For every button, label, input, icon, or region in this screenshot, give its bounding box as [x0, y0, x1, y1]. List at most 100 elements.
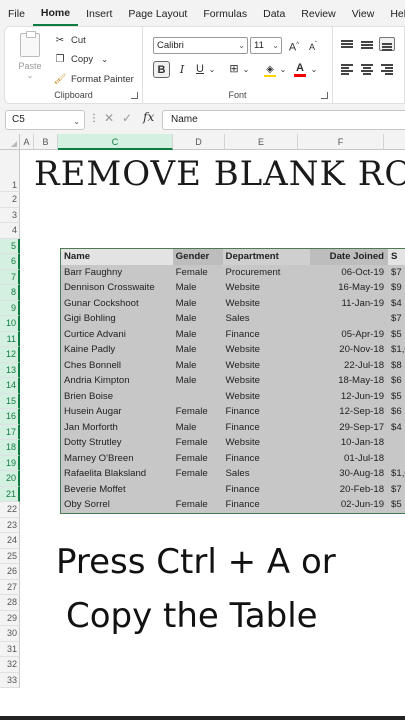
- cell-salary[interactable]: $7: [388, 311, 405, 327]
- column-header-b[interactable]: B: [34, 134, 58, 150]
- row-header-12[interactable]: 12: [0, 347, 20, 363]
- cell-date-joined[interactable]: 01-Jul-18: [310, 451, 388, 467]
- row-header-2[interactable]: 2: [0, 192, 20, 208]
- cell-department[interactable]: Website: [223, 435, 311, 451]
- menu-file[interactable]: File: [0, 0, 33, 26]
- cell-salary[interactable]: $4: [388, 296, 405, 312]
- format-painter-button[interactable]: 🖌 Format Painter: [53, 71, 134, 87]
- cell-date-joined[interactable]: 02-Jun-19: [310, 497, 388, 513]
- cell-salary[interactable]: [388, 451, 405, 467]
- align-bottom-icon[interactable]: [379, 37, 395, 51]
- cell-name[interactable]: Brien Boise: [61, 389, 173, 405]
- cell-salary[interactable]: $7: [388, 482, 405, 498]
- cell-department[interactable]: Sales: [223, 311, 311, 327]
- dialog-launcher-icon[interactable]: [131, 92, 138, 99]
- cell-gender[interactable]: Male: [173, 342, 223, 358]
- cell-salary[interactable]: $6: [388, 404, 405, 420]
- cell-department[interactable]: Finance: [223, 482, 311, 498]
- cell-department[interactable]: Finance: [223, 420, 311, 436]
- row-header-32[interactable]: 32: [0, 657, 20, 673]
- grow-font-button[interactable]: A^: [286, 37, 302, 54]
- cell-date-joined[interactable]: 20-Nov-18: [310, 342, 388, 358]
- menu-review[interactable]: Review: [293, 0, 343, 26]
- row-header-10[interactable]: 10: [0, 316, 20, 332]
- menu-formulas[interactable]: Formulas: [195, 0, 255, 26]
- cell-name[interactable]: Marney O'Breen: [61, 451, 173, 467]
- row-header-31[interactable]: 31: [0, 641, 20, 657]
- cell-date-joined[interactable]: 16-May-19: [310, 280, 388, 296]
- align-right-icon[interactable]: [379, 62, 395, 76]
- header-name[interactable]: Name: [61, 249, 173, 265]
- row-header-7[interactable]: 7: [0, 269, 20, 285]
- cell-date-joined[interactable]: [310, 311, 388, 327]
- column-header-g[interactable]: [384, 134, 405, 150]
- row-header-19[interactable]: 19: [0, 455, 20, 471]
- menu-page-layout[interactable]: Page Layout: [120, 0, 195, 26]
- chevron-down-icon[interactable]: ⌄: [309, 61, 319, 78]
- cell-date-joined[interactable]: 30-Aug-18: [310, 466, 388, 482]
- cell-name[interactable]: Gunar Cockshoot: [61, 296, 173, 312]
- fill-color-icon[interactable]: ◈: [263, 61, 277, 78]
- cell-date-joined[interactable]: 20-Feb-18: [310, 482, 388, 498]
- cell-department[interactable]: Finance: [223, 451, 311, 467]
- row-header-18[interactable]: 18: [0, 440, 20, 456]
- cell-date-joined[interactable]: 05-Apr-19: [310, 327, 388, 343]
- cell-gender[interactable]: [173, 389, 223, 405]
- cell-department[interactable]: Website: [223, 389, 311, 405]
- cell-name[interactable]: Ches Bonnell: [61, 358, 173, 374]
- cell-salary[interactable]: $5: [388, 497, 405, 513]
- menu-insert[interactable]: Insert: [78, 0, 120, 26]
- cell-salary[interactable]: $6: [388, 373, 405, 389]
- menu-data[interactable]: Data: [255, 0, 293, 26]
- cell-gender[interactable]: Female: [173, 265, 223, 281]
- cell-salary[interactable]: $4: [388, 420, 405, 436]
- insert-function-icon[interactable]: fx: [143, 110, 154, 124]
- chevron-down-icon[interactable]: ⌄: [241, 61, 251, 78]
- cell-name[interactable]: Beverie Moffet: [61, 482, 173, 498]
- cut-button[interactable]: ✂ Cut: [53, 32, 86, 48]
- underline-button[interactable]: U: [193, 61, 207, 78]
- cell-salary[interactable]: $9: [388, 280, 405, 296]
- column-header-d[interactable]: D: [173, 134, 225, 150]
- cell-name[interactable]: Rafaelita Blaksland: [61, 466, 173, 482]
- cell-department[interactable]: Sales: [223, 466, 311, 482]
- header-gender[interactable]: Gender: [172, 249, 223, 265]
- column-header-e[interactable]: E: [225, 134, 298, 150]
- cell-salary[interactable]: $8: [388, 358, 405, 374]
- menu-help[interactable]: Help: [382, 0, 405, 26]
- cell-name[interactable]: Dennison Crosswaite: [61, 280, 173, 296]
- row-header-24[interactable]: 24: [0, 533, 20, 549]
- row-header-28[interactable]: 28: [0, 595, 20, 611]
- more-icon[interactable]: ⋮: [89, 113, 99, 124]
- cell-gender[interactable]: [173, 482, 223, 498]
- row-header-11[interactable]: 11: [0, 331, 20, 347]
- cell-gender[interactable]: Male: [173, 373, 223, 389]
- cell-gender[interactable]: Male: [173, 420, 223, 436]
- row-header-27[interactable]: 27: [0, 579, 20, 595]
- cell-salary[interactable]: $7: [388, 265, 405, 281]
- menu-home[interactable]: Home: [32, 0, 79, 26]
- cell-name[interactable]: Oby Sorrel: [61, 497, 173, 513]
- cell-gender[interactable]: Male: [173, 311, 223, 327]
- cell-gender[interactable]: Female: [173, 451, 223, 467]
- cell-department[interactable]: Website: [223, 342, 311, 358]
- column-header-f[interactable]: F: [298, 134, 384, 150]
- row-header-15[interactable]: 15: [0, 393, 20, 409]
- row-header-8[interactable]: 8: [0, 285, 20, 301]
- cell-salary[interactable]: $1,0: [388, 342, 405, 358]
- column-header-c[interactable]: C: [58, 134, 173, 150]
- align-left-icon[interactable]: [339, 62, 355, 76]
- cell-salary[interactable]: $1,0: [388, 466, 405, 482]
- bold-button[interactable]: B: [153, 61, 170, 78]
- row-header-21[interactable]: 21: [0, 486, 20, 502]
- cell-date-joined[interactable]: 18-May-18: [310, 373, 388, 389]
- cell-gender[interactable]: Male: [173, 280, 223, 296]
- row-header-17[interactable]: 17: [0, 424, 20, 440]
- align-middle-icon[interactable]: [359, 37, 375, 51]
- row-header-3[interactable]: 3: [0, 207, 20, 223]
- cell-date-joined[interactable]: 12-Sep-18: [310, 404, 388, 420]
- cell-name[interactable]: Andria Kimpton: [61, 373, 173, 389]
- row-header-20[interactable]: 20: [0, 471, 20, 487]
- column-header-a[interactable]: A: [20, 134, 34, 150]
- shrink-font-button[interactable]: Aˇ: [305, 37, 321, 54]
